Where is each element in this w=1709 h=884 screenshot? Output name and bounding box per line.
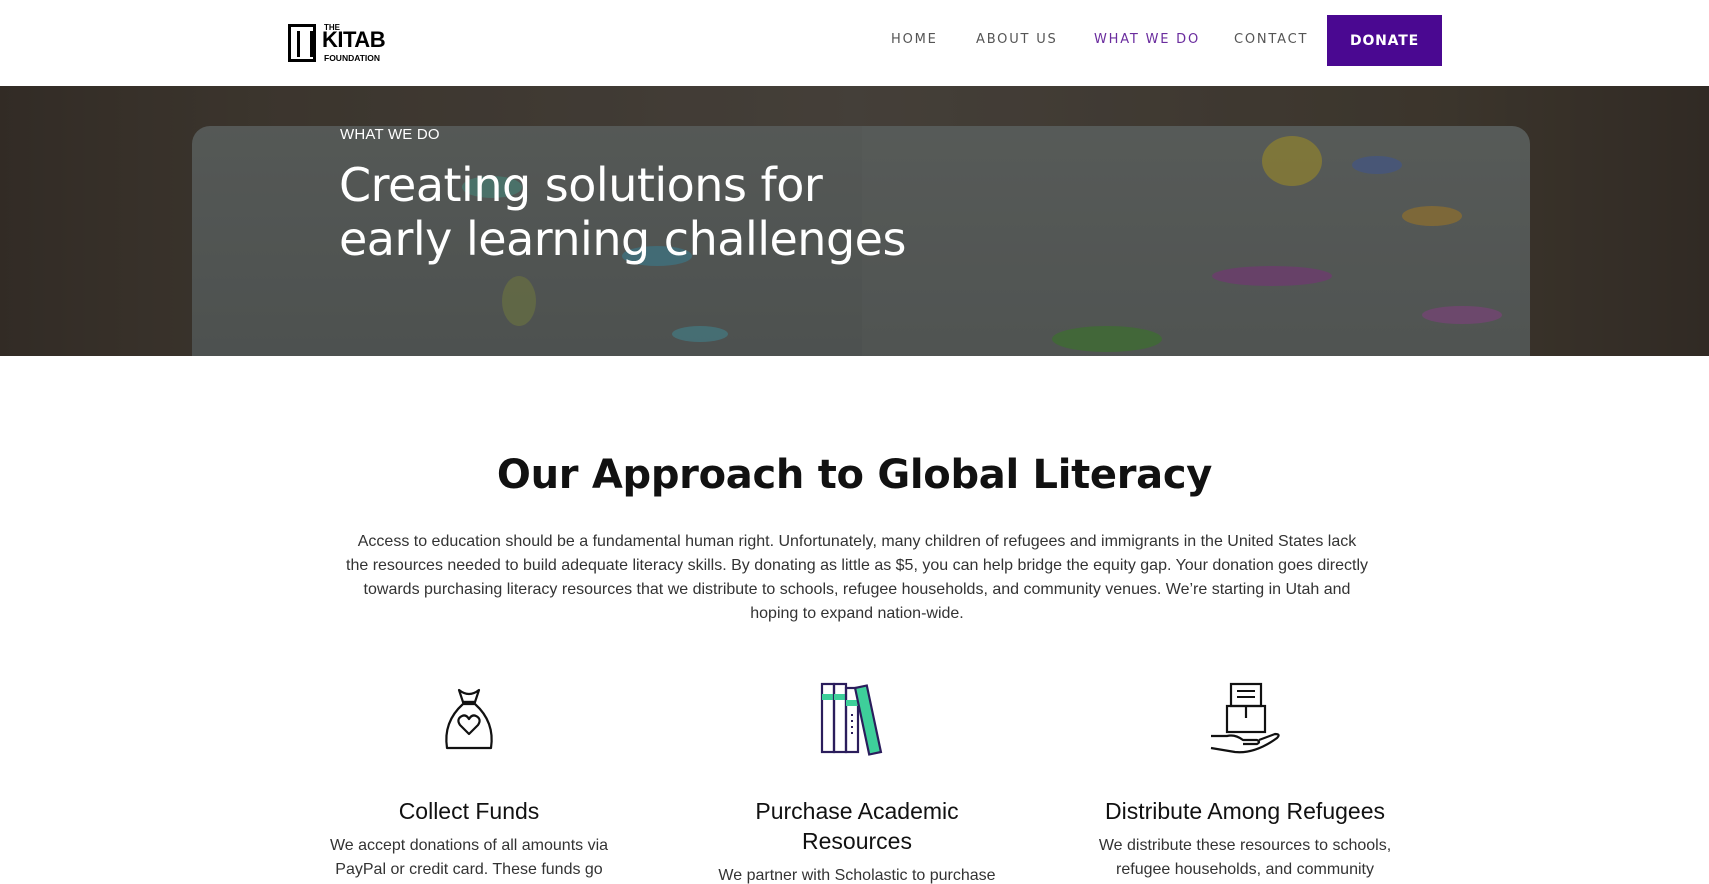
hero-kicker: WHAT WE DO <box>340 126 440 143</box>
donate-button[interactable]: DONATE <box>1327 15 1442 66</box>
card-text: We distribute these resources to schools… <box>1098 837 1392 878</box>
nav-home[interactable]: HOME <box>891 32 938 47</box>
card-collect-funds: Collect Funds We accept donations of all… <box>314 678 624 882</box>
nav-about-us[interactable]: ABOUT US <box>976 32 1058 47</box>
card-title: Distribute Among Refugees <box>1105 798 1385 824</box>
card-text: We partner with Scholastic to purchase <box>718 867 996 884</box>
intro-paragraph: Access to education should be a fundamen… <box>346 533 1368 622</box>
logo-sub: FOUNDATION <box>324 53 381 63</box>
card-text: We accept donations of all amounts via P… <box>329 837 609 878</box>
books-icon <box>820 682 883 756</box>
hero-title-line2: early learning challenges <box>339 212 906 266</box>
hero-title-line1: Creating solutions for <box>339 158 823 212</box>
site-header: THE KITAB FOUNDATION HOME ABOUT US WHAT … <box>0 0 1709 86</box>
card-title: Collect Funds <box>398 798 540 824</box>
hero-banner: WHAT WE DO Creating solutions for early … <box>0 86 1709 356</box>
card-purchase-resources: Purchase Academic Resources We partner w… <box>702 678 1012 884</box>
nav-what-we-do[interactable]: WHAT WE DO <box>1094 32 1200 47</box>
money-bag-heart-icon <box>445 688 493 750</box>
card-distribute: Distribute Among Refugees We distribute … <box>1090 678 1400 882</box>
book-logo-icon <box>288 24 316 62</box>
hero-title: Creating solutions for early learning ch… <box>339 158 959 266</box>
nav-contact[interactable]: CONTACT <box>1234 32 1308 47</box>
section-title: Our Approach to Global Literacy <box>496 452 1213 498</box>
card-title: Purchase Academic Resources <box>755 798 959 854</box>
hand-box-icon <box>1210 682 1280 754</box>
site-logo[interactable]: THE KITAB FOUNDATION <box>288 22 394 64</box>
logo-name: KITAB <box>322 27 386 52</box>
